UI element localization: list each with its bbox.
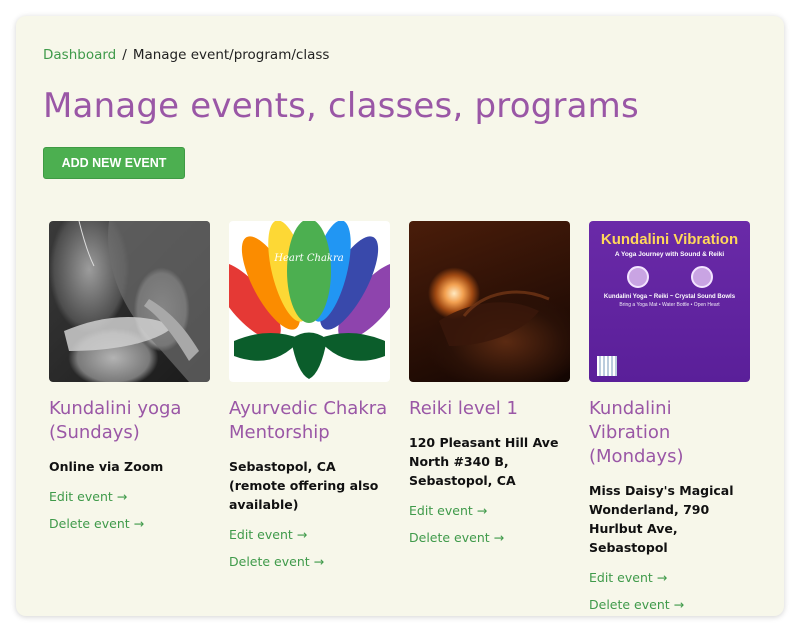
event-location: 120 Pleasant Hill Ave North #340 B, Seba… <box>409 435 559 488</box>
poster-photos <box>589 266 750 288</box>
poster-subtitle: A Yoga Journey with Sound & Reiki <box>614 251 725 258</box>
chakra-lotus-image: Heart Chakra <box>229 221 390 379</box>
delete-event-link[interactable]: Delete event → <box>49 516 210 531</box>
event-location: Online via Zoom <box>49 459 164 474</box>
event-title: Reiki level 1 <box>409 398 518 419</box>
delete-event-link[interactable]: Delete event → <box>229 554 390 569</box>
event-thumbnail[interactable]: Kundalini Vibration A Yoga Journey with … <box>589 221 750 382</box>
event-title: Kundalini Vibration (Mondays) <box>589 398 684 467</box>
delete-event-link[interactable]: Delete event → <box>589 597 750 612</box>
poster-photo <box>626 266 649 288</box>
event-card: Reiki level 1 120 Pleasant Hill Ave Nort… <box>409 221 570 612</box>
event-thumbnail[interactable]: Heart Chakra <box>229 221 390 382</box>
event-thumbnail[interactable] <box>409 221 570 382</box>
event-title: Kundalini yoga (Sundays) <box>49 398 182 443</box>
chakra-thumbnail-text: Heart Chakra <box>273 253 343 264</box>
breadcrumb-current: Manage event/program/class <box>132 47 330 63</box>
event-thumbnail[interactable] <box>49 221 210 382</box>
yoga-pose-image <box>64 221 210 382</box>
event-card: Kundalini Vibration A Yoga Journey with … <box>589 221 750 612</box>
add-new-event-button[interactable]: ADD NEW EVENT <box>43 147 185 179</box>
reiki-hands-image <box>439 290 550 346</box>
event-card: Heart Chakra Ayurvedic Chakra Mentorship… <box>229 221 390 612</box>
edit-event-link[interactable]: Edit event → <box>49 489 210 504</box>
breadcrumb-dashboard-link[interactable]: Dashboard <box>43 47 116 63</box>
edit-event-link[interactable]: Edit event → <box>409 503 570 518</box>
poster-photo <box>690 266 713 288</box>
main-panel: Dashboard / Manage event/program/class Man… <box>16 16 784 616</box>
qr-code-icon <box>597 356 617 376</box>
breadcrumb: Dashboard / Manage event/program/class <box>43 47 329 63</box>
poster-title: Kundalini Vibration <box>600 231 739 248</box>
poster-line: Kundalini Yoga ~ Reiki ~ Crystal Sound B… <box>603 294 736 300</box>
page-title: Manage events, classes, programs <box>43 86 639 126</box>
edit-event-link[interactable]: Edit event → <box>589 570 750 585</box>
edit-event-link[interactable]: Edit event → <box>229 527 390 542</box>
event-card-list: Kundalini yoga (Sundays) Online via Zoom… <box>49 221 750 612</box>
delete-event-link[interactable]: Delete event → <box>409 530 570 545</box>
poster-footer: Bring a Yoga Mat • Water Bottle • Open H… <box>619 302 720 308</box>
event-location: Miss Daisy's Magical Wonderland, 790 Hur… <box>589 483 734 555</box>
event-title: Ayurvedic Chakra Mentorship <box>229 398 388 443</box>
breadcrumb-separator: / <box>122 47 127 63</box>
event-location: Sebastopol, CA (remote offering also ava… <box>229 459 379 512</box>
event-card: Kundalini yoga (Sundays) Online via Zoom… <box>49 221 210 612</box>
